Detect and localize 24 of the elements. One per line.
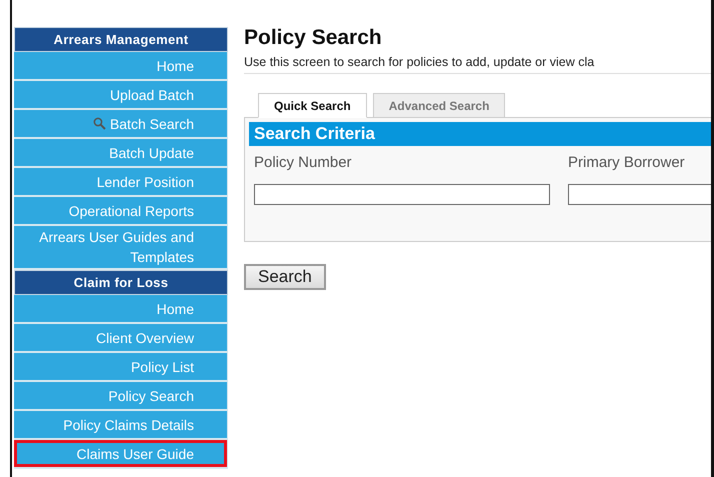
sidebar-item[interactable]: Policy Claims Details [14, 411, 228, 440]
sidebar-section-header: Claim for Loss [14, 270, 228, 295]
field-label: Primary Borrower [568, 154, 686, 171]
sidebar-item[interactable]: Batch Search [14, 110, 228, 139]
sidebar-item[interactable]: Client Overview [14, 324, 228, 353]
page-description: Use this screen to search for policies to add, update or view cla [244, 50, 711, 74]
page-title: Policy Search [244, 26, 383, 50]
sidebar-item[interactable]: Claims User Guide [14, 440, 228, 469]
field-label: Policy Number [254, 154, 353, 171]
search-button[interactable]: Search [244, 264, 326, 290]
sidebar-item[interactable]: Batch Update [14, 139, 228, 168]
sidebar-item[interactable]: Home [14, 52, 228, 81]
sidebar-item[interactable]: Arrears User Guides and Templates [14, 226, 228, 270]
tab[interactable]: Advanced Search [372, 93, 506, 118]
sidebar-item[interactable]: Home [14, 295, 228, 324]
sidebar-item[interactable]: Lender Position [14, 168, 228, 197]
sidebar-item[interactable]: Upload Batch [14, 81, 228, 110]
sidebar-item[interactable]: Policy List [14, 353, 228, 382]
sidebar-section-header: Arrears Management [14, 27, 228, 52]
input-field[interactable] [254, 184, 550, 205]
panel-title: Search Criteria [249, 122, 711, 146]
tab[interactable]: Quick Search [258, 93, 367, 118]
sidebar-item[interactable]: Operational Reports [14, 197, 228, 226]
sidebar-item[interactable]: Policy Search [14, 382, 228, 411]
